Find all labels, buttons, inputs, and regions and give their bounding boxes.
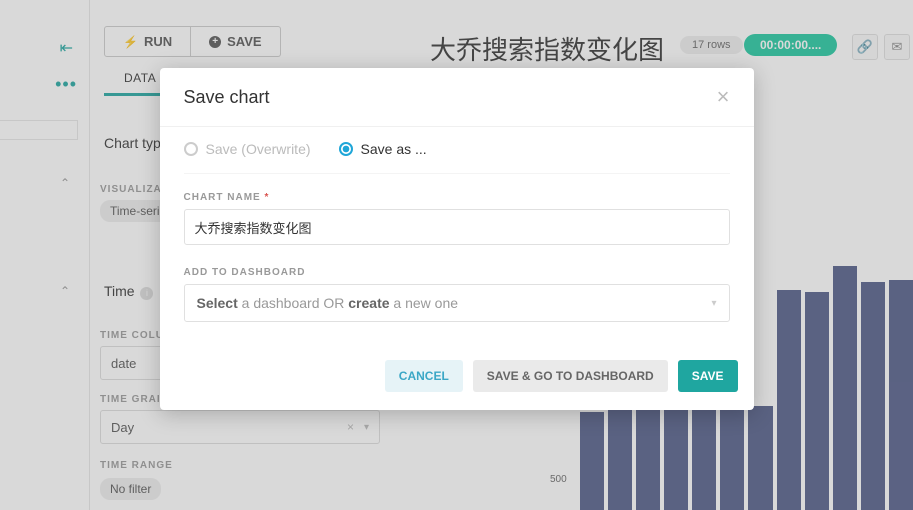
chart-name-label-text: CHART NAME <box>184 192 261 203</box>
chevron-down-icon: ▾ <box>711 298 716 309</box>
radio-overwrite: Save (Overwrite) <box>184 141 311 157</box>
modal-save-button[interactable]: SAVE <box>678 360 738 392</box>
radio-save-as-label: Save as ... <box>361 141 427 157</box>
ph-mid: a dashboard OR <box>238 295 349 311</box>
cancel-button[interactable]: CANCEL <box>385 360 463 392</box>
required-asterisk: * <box>265 192 270 203</box>
radio-overwrite-label: Save (Overwrite) <box>206 141 311 157</box>
modal-header: Save chart × <box>160 68 754 127</box>
save-mode-radio-group: Save (Overwrite) Save as ... <box>184 141 730 174</box>
ph-create: create <box>348 295 389 311</box>
chart-name-input[interactable] <box>184 209 730 245</box>
ph-end: a new one <box>390 295 459 311</box>
chart-name-field-label: CHART NAME * <box>184 192 730 203</box>
ph-select: Select <box>197 295 238 311</box>
save-and-go-button[interactable]: SAVE & GO TO DASHBOARD <box>473 360 668 392</box>
modal-title: Save chart <box>184 87 270 108</box>
save-chart-modal: Save chart × Save (Overwrite) Save as ..… <box>160 68 754 410</box>
dashboard-select-placeholder: Select a dashboard OR create a new one <box>197 295 459 311</box>
modal-body: Save (Overwrite) Save as ... CHART NAME … <box>160 127 754 346</box>
radio-save-as[interactable]: Save as ... <box>339 141 427 157</box>
radio-icon <box>339 142 353 156</box>
modal-overlay[interactable]: Save chart × Save (Overwrite) Save as ..… <box>0 0 913 510</box>
modal-footer: CANCEL SAVE & GO TO DASHBOARD SAVE <box>160 346 754 410</box>
radio-icon <box>184 142 198 156</box>
close-icon[interactable]: × <box>717 84 730 110</box>
dashboard-select[interactable]: Select a dashboard OR create a new one ▾ <box>184 284 730 322</box>
add-to-dashboard-label: ADD TO DASHBOARD <box>184 267 730 278</box>
